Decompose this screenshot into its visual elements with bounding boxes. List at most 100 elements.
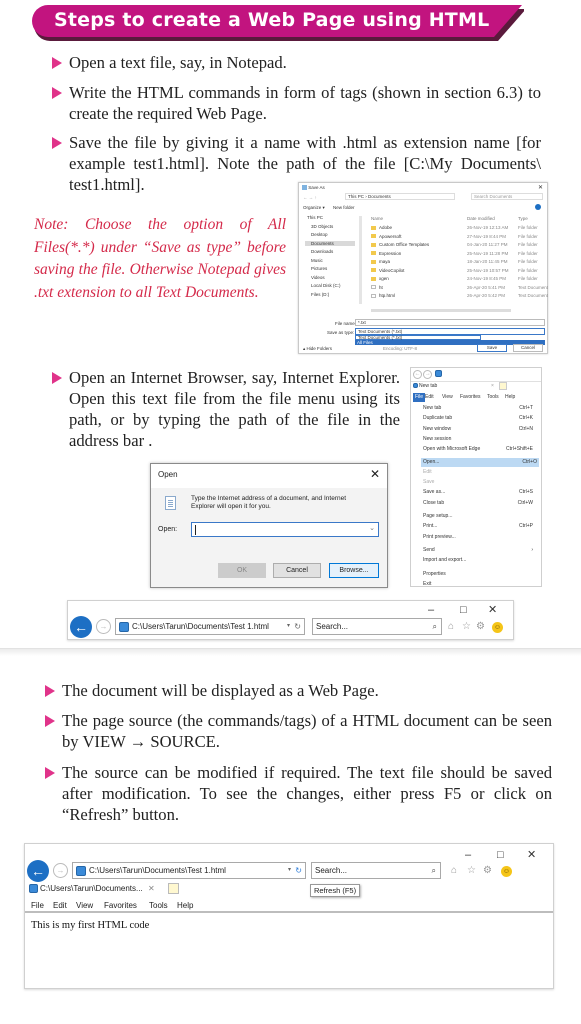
- menu-file[interactable]: File: [413, 393, 426, 402]
- nav-item[interactable]: Music: [311, 258, 323, 263]
- nav-arrows-icon[interactable]: ← → ↑: [303, 195, 317, 200]
- file-name[interactable]: xgen: [379, 276, 389, 281]
- file-menu-item[interactable]: Save as... Ctrl+S: [423, 488, 535, 497]
- file-menu-item[interactable]: Exit: [423, 580, 535, 589]
- save-type-select[interactable]: Text Documents (*.txt): [355, 328, 545, 335]
- smiley-feedback-icon[interactable]: ☺: [501, 866, 512, 877]
- close-icon[interactable]: ✕: [538, 184, 543, 191]
- file-name[interactable]: htp.html: [379, 293, 395, 298]
- file-name[interactable]: VideoCopilot: [379, 268, 404, 273]
- favorites-star-icon[interactable]: ☆: [467, 865, 476, 877]
- file-name[interactable]: ht: [379, 285, 383, 290]
- maximize-icon[interactable]: □: [460, 604, 467, 616]
- menu-help[interactable]: Help: [177, 899, 193, 913]
- new-folder-button[interactable]: New folder: [333, 205, 355, 210]
- menu-edit[interactable]: Edit: [53, 899, 67, 913]
- breadcrumb-bar[interactable]: This PC › Documents: [345, 193, 455, 200]
- cancel-button[interactable]: Cancel: [273, 563, 321, 578]
- file-menu-item[interactable]: New session: [423, 435, 535, 444]
- file-menu-item[interactable]: Send ›: [423, 546, 535, 555]
- smiley-feedback-icon[interactable]: ☺: [492, 622, 503, 633]
- tab-new-tab[interactable]: New tab: [413, 383, 437, 389]
- forward-button[interactable]: →: [96, 619, 111, 634]
- favorites-star-icon[interactable]: ☆: [462, 621, 471, 633]
- menu-edit[interactable]: Edit: [425, 393, 434, 402]
- file-menu-item[interactable]: Print... Ctrl+P: [423, 522, 535, 531]
- gear-icon[interactable]: ⚙: [476, 621, 485, 633]
- home-icon[interactable]: ⌂: [448, 621, 454, 633]
- help-icon[interactable]: [535, 204, 541, 210]
- nav-item[interactable]: Desktop: [311, 232, 328, 237]
- search-input[interactable]: Search... ⌕: [312, 618, 442, 635]
- file-menu-item[interactable]: Edit: [423, 468, 535, 477]
- search-input[interactable]: Search... ⌕: [311, 862, 441, 879]
- menu-favorites[interactable]: Favorites: [104, 899, 137, 913]
- gear-icon[interactable]: ⚙: [483, 865, 492, 877]
- address-bar[interactable]: C:\Users\Tarun\Documents\Test 1.html ▾ ↻: [72, 862, 306, 879]
- nav-item[interactable]: 3D Objects: [311, 224, 333, 229]
- new-tab-button[interactable]: [168, 883, 179, 894]
- close-icon[interactable]: ✕: [370, 467, 380, 481]
- address-dropdown-icon[interactable]: ▾: [287, 619, 290, 634]
- tab-close-icon[interactable]: ✕: [148, 884, 155, 893]
- menu-tools[interactable]: Tools: [487, 393, 499, 402]
- open-address-input[interactable]: ⌄: [191, 522, 379, 537]
- nav-scrollbar[interactable]: [359, 216, 362, 304]
- close-icon[interactable]: ✕: [488, 604, 497, 616]
- save-button[interactable]: Save: [477, 344, 507, 352]
- nav-item[interactable]: Files (D:): [311, 292, 329, 297]
- horizontal-scrollbar[interactable]: [371, 309, 511, 312]
- address-dropdown-icon[interactable]: ▾: [288, 863, 291, 878]
- file-name[interactable]: Expression: [379, 251, 401, 256]
- file-menu-item[interactable]: Print preview...: [423, 533, 535, 542]
- cancel-button[interactable]: Cancel: [513, 344, 543, 352]
- forward-icon[interactable]: →: [423, 370, 433, 379]
- menu-help[interactable]: Help: [505, 393, 515, 402]
- menu-view[interactable]: View: [76, 899, 93, 913]
- column-header-name[interactable]: Name: [371, 216, 383, 221]
- menu-tools[interactable]: Tools: [149, 899, 168, 913]
- nav-item[interactable]: This PC: [307, 215, 323, 220]
- file-menu-item[interactable]: New tab Ctrl+T: [423, 404, 535, 413]
- menu-file[interactable]: File: [31, 899, 44, 913]
- ok-button[interactable]: OK: [218, 563, 266, 578]
- file-menu-item[interactable]: Page setup...: [423, 512, 535, 521]
- file-name-input[interactable]: *.txt: [355, 319, 545, 326]
- file-menu-item[interactable]: Open... Ctrl+O: [421, 457, 539, 467]
- search-icon[interactable]: ⌕: [432, 863, 436, 878]
- file-menu-item[interactable]: Save: [423, 478, 535, 487]
- address-bar[interactable]: C:\Users\Tarun\Documents\Test 1.html ▾ ↻: [115, 618, 305, 635]
- file-menu-item[interactable]: Import and export...: [423, 556, 535, 565]
- file-name[interactable]: maya: [379, 259, 390, 264]
- tab-active[interactable]: C:\Users\Tarun\Documents... ✕: [27, 882, 155, 896]
- file-menu-item[interactable]: Open with Microsoft Edge Ctrl+Shift+E: [423, 445, 535, 454]
- nav-item[interactable]: Local Disk (C:): [311, 283, 341, 288]
- back-button[interactable]: ←: [70, 616, 92, 638]
- file-name[interactable]: Custom Office Templates: [379, 242, 429, 247]
- nav-item-selected[interactable]: Documents: [305, 240, 355, 246]
- browse-button[interactable]: Browse...: [329, 563, 379, 578]
- forward-button[interactable]: →: [53, 863, 68, 878]
- menu-view[interactable]: View: [442, 393, 453, 402]
- file-menu-item[interactable]: Properties: [423, 570, 535, 579]
- organize-button[interactable]: Organize ▾: [303, 205, 325, 211]
- search-documents-input[interactable]: Search Documents: [471, 193, 543, 200]
- file-menu-item[interactable]: Close tab Ctrl+W: [423, 499, 535, 508]
- back-icon[interactable]: ←: [413, 370, 422, 379]
- file-name[interactable]: Apowersoft: [379, 234, 402, 239]
- menu-favorites[interactable]: Favorites: [460, 393, 481, 402]
- nav-item[interactable]: Videos: [311, 275, 325, 280]
- file-menu-item[interactable]: Duplicate tab Ctrl+K: [423, 414, 535, 423]
- close-icon[interactable]: ✕: [527, 849, 536, 861]
- new-tab-icon[interactable]: [499, 382, 507, 390]
- column-header-type[interactable]: Type: [518, 216, 528, 221]
- chevron-down-icon[interactable]: ⌄: [369, 524, 375, 532]
- encoding-field[interactable]: Encoding: UTF-8: [383, 346, 417, 351]
- refresh-icon[interactable]: ↻: [294, 619, 301, 634]
- hide-folders-button[interactable]: ▴ Hide Folders: [303, 346, 332, 352]
- column-header-date[interactable]: Date modified: [467, 216, 495, 221]
- minimize-icon[interactable]: –: [465, 849, 471, 861]
- back-button[interactable]: ←: [27, 860, 49, 882]
- nav-item[interactable]: Pictures: [311, 266, 327, 271]
- refresh-icon[interactable]: ↻: [295, 863, 302, 878]
